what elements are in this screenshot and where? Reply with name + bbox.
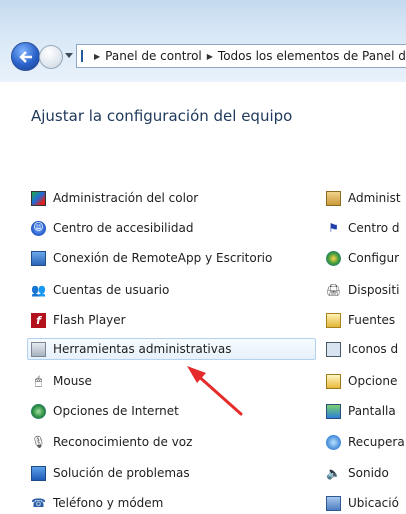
chevron-right-icon: ▶ (206, 51, 213, 61)
back-button[interactable] (11, 42, 40, 71)
recent-pages-dropdown[interactable] (65, 53, 73, 58)
control-panel-content: Ajustar la configuración del equipo Admi… (0, 82, 406, 511)
arrow-left-icon (18, 50, 32, 63)
chevron-right-icon: ▶ (94, 51, 101, 61)
breadcrumb-item[interactable]: Panel de control (105, 49, 202, 63)
address-bar[interactable]: ▶ Panel de control ▶ Todos los elementos… (76, 44, 406, 68)
navigation-bar: ▶ Panel de control ▶ Todos los elementos… (0, 0, 406, 82)
annotation-arrow (187, 366, 243, 416)
control-panel-icon (81, 50, 83, 62)
breadcrumb-item[interactable]: Todos los elementos de Panel de control (218, 49, 406, 63)
forward-button[interactable] (39, 45, 63, 69)
